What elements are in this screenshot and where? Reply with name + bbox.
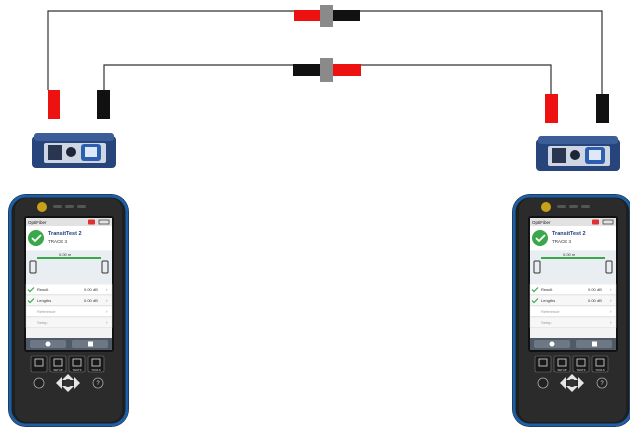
power-button-icon: [537, 377, 549, 389]
result-label: Setup: [37, 320, 48, 325]
nav-center-button: [568, 379, 576, 387]
indicator-led: [581, 205, 590, 208]
result-label: Setup: [541, 320, 552, 325]
power-button-icon: [33, 377, 45, 389]
port-left: [48, 145, 62, 160]
save-icon: [592, 341, 597, 347]
app-button: [534, 355, 552, 373]
connector-left-red: [48, 90, 60, 119]
module-top-edge: [538, 136, 618, 144]
pass-check-icon: [28, 230, 44, 246]
pass-check-icon: [532, 230, 548, 246]
result-value: 0.00 dB: [84, 287, 98, 292]
app-label: TESTS: [72, 368, 81, 372]
test-title: TransitTest 2: [552, 231, 586, 237]
nav-center-button: [64, 379, 72, 387]
adapter-top-coupler: [320, 5, 333, 27]
module-top-edge: [34, 133, 114, 141]
adapter-top-left-boot: [294, 10, 320, 21]
port-right-inner: [589, 150, 601, 160]
alert-badge: [592, 219, 599, 225]
app-label: SETUP: [557, 368, 566, 372]
distance-readout: 0.00 m: [59, 252, 72, 257]
tester-right: OptiFiber TransitTest 2 TRACE 3 0.00 m Resul…: [512, 194, 630, 427]
app-label: TESTS: [576, 368, 585, 372]
port-center: [66, 147, 76, 157]
test-subtitle: TRACE 3: [552, 239, 572, 244]
connector-right-black: [596, 94, 609, 123]
back-icon: [549, 341, 555, 347]
port-right-inner: [85, 147, 97, 157]
indicator-led: [77, 205, 86, 208]
result-value: 0.00 dB: [588, 298, 602, 303]
save-icon: [88, 341, 93, 347]
adapter-bottom-coupler: [320, 58, 333, 82]
adapter-top: [294, 5, 360, 27]
logo-icon: [541, 202, 551, 212]
indicator-led: [569, 205, 578, 208]
adapter-top-right-boot: [333, 10, 360, 21]
result-label: Reference: [37, 309, 56, 314]
result-label: Reference: [541, 309, 560, 314]
fiber-module-right: [536, 136, 620, 171]
alert-badge: [88, 219, 95, 225]
app-label: TOOLS: [91, 368, 101, 372]
result-label: Lengths: [37, 298, 51, 303]
port-left: [552, 148, 566, 163]
connector-left-black: [97, 90, 110, 119]
diagram-stage: OptiFiber TransitTest 2 TRACE 3 0.00 m Resul…: [0, 0, 630, 427]
connector-right-red: [545, 94, 558, 123]
result-value: 0.00 dB: [588, 287, 602, 292]
indicator-led: [53, 205, 62, 208]
result-label: Result: [37, 287, 49, 292]
screen-header-text: OptiFiber: [532, 220, 551, 225]
test-title: TransitTest 2: [48, 231, 82, 237]
indicator-led: [65, 205, 74, 208]
app-label: TOOLS: [595, 368, 605, 372]
logo-icon: [37, 202, 47, 212]
port-center: [570, 150, 580, 160]
app-label: SETUP: [53, 368, 62, 372]
fiber-test-setup-diagram: OptiFiber TransitTest 2 TRACE 3 0.00 m Resul…: [8, 5, 630, 427]
result-label: Result: [541, 287, 553, 292]
fiber-module-left: [32, 133, 116, 168]
app-button: [30, 355, 48, 373]
result-value: 0.00 dB: [84, 298, 98, 303]
adapter-bottom: [293, 58, 361, 82]
distance-readout: 0.00 m: [563, 252, 576, 257]
test-subtitle: TRACE 3: [48, 239, 68, 244]
screen-header-text: OptiFiber: [28, 220, 47, 225]
adapter-bottom-left-boot: [293, 64, 320, 76]
result-label: Lengths: [541, 298, 555, 303]
indicator-led: [557, 205, 566, 208]
back-icon: [45, 341, 51, 347]
tester-left: OptiFiber TransitTest 2 TRACE 3 0.00 m Resul…: [8, 194, 129, 427]
adapter-bottom-right-boot: [333, 64, 361, 76]
